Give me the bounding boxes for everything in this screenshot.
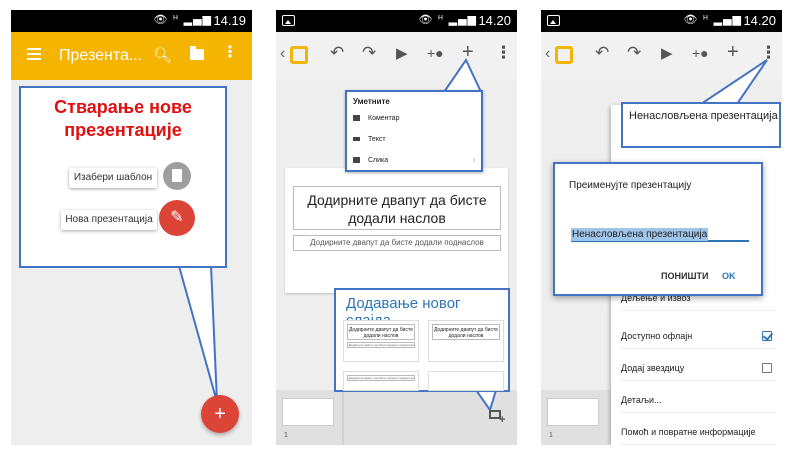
rename-input-value[interactable]: Ненасловљена презентација bbox=[571, 228, 709, 241]
editor-toolbar: ‹ ↶ ↷ ▶ +● + ⋮ bbox=[276, 32, 517, 80]
status-bar: 👁 ᴴ ▂▄▆ 14.19 bbox=[11, 10, 252, 32]
more-icon[interactable]: ⋮ bbox=[222, 45, 238, 61]
phone-screen-2: 👁 ᴴ ▂▄▆ 14.20 ‹ ↶ ↷ ▶ +● + ⋮ Додирните д… bbox=[276, 10, 517, 445]
redo-icon[interactable]: ↷ bbox=[627, 44, 641, 61]
layout-subtitle: Додирните двапут да бисте додали поднасл… bbox=[347, 375, 415, 381]
menu-item-label: Детаљи... bbox=[621, 395, 662, 405]
folder-icon[interactable] bbox=[190, 46, 204, 60]
menu-item-details[interactable]: Детаљи... bbox=[621, 387, 776, 413]
app-title: Презента... bbox=[59, 47, 143, 64]
menu-icon[interactable] bbox=[27, 48, 41, 60]
play-icon[interactable]: ▶ bbox=[661, 46, 673, 61]
redo-icon[interactable]: ↷ bbox=[362, 44, 376, 61]
undo-icon[interactable]: ↶ bbox=[330, 44, 344, 61]
image-notification-icon bbox=[282, 15, 295, 26]
plus-icon: + bbox=[214, 403, 226, 425]
menu-item-label: Додај звездицу bbox=[621, 363, 685, 373]
slide-thumbnail[interactable] bbox=[282, 398, 334, 426]
offline-checkbox[interactable] bbox=[762, 331, 772, 341]
menu-item-help[interactable]: Помоћ и повратне информације bbox=[621, 419, 776, 445]
back-icon[interactable]: ‹ bbox=[280, 45, 285, 63]
more-icon[interactable]: ⋮ bbox=[495, 44, 512, 61]
presentation-title[interactable]: Ненасловљена презентација bbox=[629, 109, 778, 124]
phone-screen-1: 👁 ᴴ ▂▄▆ 14.19 Презента... 🔍︎ ⋮ Стварање … bbox=[11, 10, 252, 445]
slide-number: 1 bbox=[549, 432, 553, 439]
undo-icon[interactable]: ↶ bbox=[595, 44, 609, 61]
slide-subtitle-placeholder[interactable]: Додирните двапут да бисте додали поднасл… bbox=[293, 235, 501, 251]
search-icon[interactable]: 🔍︎ bbox=[153, 46, 172, 64]
pencil-icon: ✎ bbox=[170, 209, 184, 226]
status-icons: 👁 ᴴ ▂▄▆ bbox=[153, 13, 212, 26]
image-notification-icon bbox=[547, 15, 560, 26]
insert-image-item[interactable]: Слика › bbox=[353, 154, 477, 168]
insert-menu-header: Уметните bbox=[353, 97, 390, 106]
document-icon bbox=[172, 169, 182, 182]
choose-template-button[interactable] bbox=[163, 162, 191, 190]
callout-new-slide: Додавање новог слајда Додирните двапут д… bbox=[334, 288, 510, 392]
status-time: 14.20 bbox=[478, 13, 511, 28]
app-bar: Презента... 🔍︎ ⋮ bbox=[11, 32, 252, 80]
choose-template-label[interactable]: Изабери шаблон bbox=[69, 168, 157, 188]
plus-icon[interactable]: + bbox=[727, 42, 739, 62]
callout-create-presentation: Стварање нове презентације Изабери шабло… bbox=[19, 86, 227, 268]
insert-comment-item[interactable]: Коментар bbox=[353, 112, 477, 126]
rename-input[interactable]: Ненасловљена презентација bbox=[571, 224, 749, 242]
back-icon[interactable]: ‹ bbox=[545, 45, 550, 63]
callout-presentation-title: Ненасловљена презентација bbox=[621, 102, 781, 148]
insert-text-item[interactable]: Текст bbox=[353, 133, 477, 147]
layout-title: Додирните двапут да бисте додали наслов bbox=[432, 324, 500, 340]
menu-item-label: Слика bbox=[368, 157, 389, 164]
comment-icon bbox=[353, 115, 360, 122]
layout-option[interactable] bbox=[428, 371, 504, 391]
rename-dialog: Преименујте презентацију Ненасловљена пр… bbox=[553, 162, 763, 296]
dialog-title: Преименујте презентацију bbox=[569, 180, 692, 191]
status-bar: 👁 ᴴ ▂▄▆ 14.20 bbox=[541, 10, 782, 32]
layout-option[interactable]: Додирните двапут да бисте додали наслов bbox=[428, 320, 504, 362]
chevron-right-icon: › bbox=[472, 157, 475, 164]
image-icon bbox=[353, 157, 360, 164]
layout-title: Додирните двапут да бисте додали наслов bbox=[347, 324, 415, 340]
plus-icon[interactable]: + bbox=[462, 42, 474, 62]
slide-thumbnail[interactable] bbox=[547, 398, 599, 426]
phone-screen-3: 👁 ᴴ ▂▄▆ 14.20 ‹ ↶ ↷ ▶ +● + ⋮ 1 Дељење и … bbox=[541, 10, 782, 445]
slides-logo-icon[interactable] bbox=[290, 46, 308, 64]
layout-option[interactable]: Додирните двапут да бисте додали наслов … bbox=[343, 320, 419, 362]
text-icon bbox=[353, 137, 360, 142]
layout-option[interactable]: Додирните двапут да бисте додали поднасл… bbox=[343, 371, 419, 391]
status-time: 14.20 bbox=[743, 13, 776, 28]
menu-item-label: Доступно офлајн bbox=[621, 331, 693, 341]
status-icons: 👁 ᴴ ▂▄▆ bbox=[418, 13, 477, 26]
layout-subtitle: Додирните двапут да бисте додали поднасл… bbox=[347, 342, 415, 348]
editor-toolbar: ‹ ↶ ↷ ▶ +● + ⋮ bbox=[541, 32, 782, 80]
create-fab[interactable]: + bbox=[201, 395, 239, 433]
menu-item-label: Текст bbox=[368, 136, 386, 143]
new-presentation-button[interactable]: ✎ bbox=[159, 200, 195, 236]
menu-item-star[interactable]: Додај звездицу bbox=[621, 355, 776, 381]
callout-title: Стварање нове презентације bbox=[54, 97, 192, 140]
cancel-button[interactable]: ПОНИШТИ bbox=[661, 271, 708, 281]
play-icon[interactable]: ▶ bbox=[396, 46, 408, 61]
slides-logo-icon[interactable] bbox=[555, 46, 573, 64]
slide-number: 1 bbox=[284, 432, 288, 439]
add-person-icon[interactable]: +● bbox=[692, 46, 709, 60]
status-bar: 👁 ᴴ ▂▄▆ 14.20 bbox=[276, 10, 517, 32]
star-checkbox[interactable] bbox=[762, 363, 772, 373]
more-icon[interactable]: ⋮ bbox=[760, 44, 777, 61]
insert-menu: Уметните Коментар Текст Слика › bbox=[345, 90, 483, 172]
new-slide-icon[interactable]: + bbox=[489, 408, 507, 426]
slide-canvas[interactable]: Додирните двапут да бисте додали наслов … bbox=[285, 168, 508, 293]
new-presentation-label[interactable]: Нова презентација bbox=[61, 210, 157, 230]
status-icons: 👁 ᴴ ▂▄▆ bbox=[683, 13, 742, 26]
slide-title-placeholder[interactable]: Додирните двапут да бисте додали наслов bbox=[293, 186, 501, 230]
divider bbox=[342, 390, 344, 445]
menu-item-label: Коментар bbox=[368, 115, 400, 122]
menu-item-label: Помоћ и повратне информације bbox=[621, 427, 756, 437]
ok-button[interactable]: OK bbox=[722, 271, 736, 281]
menu-item-offline[interactable]: Доступно офлајн bbox=[621, 323, 776, 349]
status-time: 14.19 bbox=[213, 13, 246, 28]
slide-filmstrip: 1 bbox=[276, 390, 517, 445]
add-person-icon[interactable]: +● bbox=[427, 46, 444, 60]
